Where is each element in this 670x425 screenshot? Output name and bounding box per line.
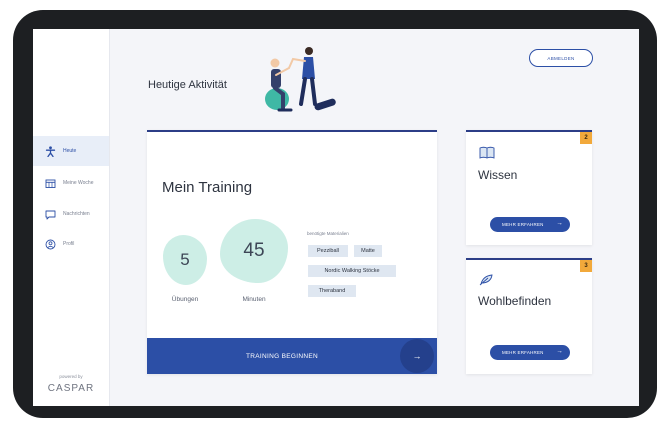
wissen-title: Wissen [478,168,518,182]
arrow-right-icon: → [400,339,434,373]
count-badge: 2 [580,132,592,144]
sidebar-item-label: Heute [63,148,77,154]
material-chip: Theraband [308,285,356,297]
exercises-label: Übungen [171,296,199,303]
wohlbefinden-card: 3 Wohlbefinden MEHR ERFAHREN → [466,258,592,374]
arrow-right-icon: → [556,220,563,227]
brand-logo-text: CASPAR [47,383,95,394]
wissen-more-button[interactable]: MEHR ERFAHREN → [490,217,570,232]
minutes-count: 45 [220,219,288,283]
wissen-card: 2 Wissen MEHR ERFAHREN → [466,130,592,245]
sidebar: Heute Meine Woche Nachrichten Profil pow… [33,29,110,406]
arrow-right-icon: → [556,348,563,355]
app-screen: Heute Meine Woche Nachrichten Profil pow… [33,29,639,406]
calendar-icon [45,178,56,189]
training-card: Mein Training 5 45 Übungen Minuten benöt… [147,130,437,374]
exercise-illustration [255,42,340,117]
leaf-icon [479,273,494,291]
count-badge: 3 [580,260,592,272]
sidebar-item-nachrichten[interactable]: Nachrichten [33,199,109,229]
material-chip: Matte [354,245,382,257]
material-chip: Pezziball [308,245,348,257]
sidebar-item-profil[interactable]: Profil [33,229,109,259]
book-icon [479,146,495,164]
sidebar-item-meine-woche[interactable]: Meine Woche [33,168,109,198]
wohlbefinden-title: Wohlbefinden [478,294,552,308]
profile-icon [45,239,56,250]
minutes-label: Minuten [242,296,266,303]
sidebar-item-heute[interactable]: Heute [33,136,109,166]
more-button-label: MEHR ERFAHREN [502,350,544,355]
message-icon [45,209,56,220]
more-button-label: MEHR ERFAHREN [502,222,544,227]
exercises-count: 5 [163,235,207,285]
training-title: Mein Training [162,179,253,196]
powered-by-text: powered by [59,374,83,379]
person-run-icon [45,145,56,157]
material-chip: Nordic Walking Stöcke [308,265,396,277]
sidebar-item-label: Nachrichten [63,211,90,217]
wohlbefinden-more-button[interactable]: MEHR ERFAHREN → [490,345,570,360]
logout-button[interactable]: ABMELDEN [529,49,593,67]
page-title: Heutige Aktivität [148,79,227,91]
start-training-label: TRAINING BEGINNEN [246,352,318,360]
sidebar-item-label: Profil [63,241,75,247]
materials-title: benötigte Materialien [307,231,349,236]
sidebar-item-label: Meine Woche [63,180,94,186]
start-training-button[interactable]: TRAINING BEGINNEN → [147,338,437,374]
